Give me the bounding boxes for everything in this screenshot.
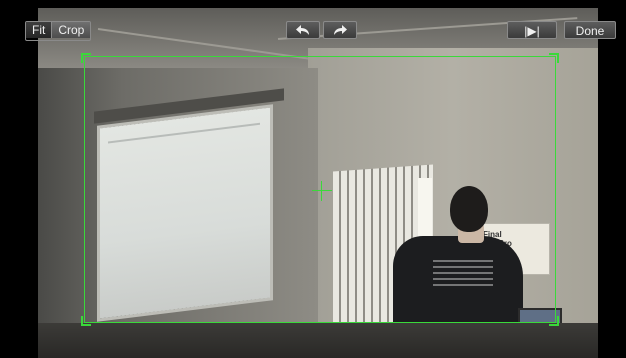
crop-handle-top-left[interactable] bbox=[81, 53, 91, 63]
rotate-left-button[interactable] bbox=[286, 21, 320, 39]
play-preview-button[interactable]: |▶| bbox=[507, 21, 557, 39]
scene-floor bbox=[38, 323, 598, 358]
crop-button[interactable]: Crop bbox=[51, 22, 91, 38]
fit-crop-segmented-control[interactable]: Fit Crop bbox=[25, 21, 92, 41]
crop-handle-bottom-left[interactable] bbox=[81, 316, 91, 326]
rotate-right-button[interactable] bbox=[323, 21, 357, 39]
fit-button[interactable]: Fit bbox=[26, 22, 52, 38]
crop-handle-top-right[interactable] bbox=[549, 53, 559, 63]
crop-center-crosshair-icon[interactable] bbox=[312, 181, 332, 201]
crop-rectangle[interactable] bbox=[81, 53, 559, 326]
crop-editor-window: Final Cut Pro Fit Crop |▶| Done bbox=[0, 0, 626, 358]
rotate-right-icon bbox=[334, 25, 347, 35]
play-icon: |▶| bbox=[524, 24, 540, 38]
rotate-left-icon bbox=[296, 25, 309, 35]
crop-handle-bottom-right[interactable] bbox=[549, 316, 559, 326]
done-button[interactable]: Done bbox=[564, 21, 616, 39]
